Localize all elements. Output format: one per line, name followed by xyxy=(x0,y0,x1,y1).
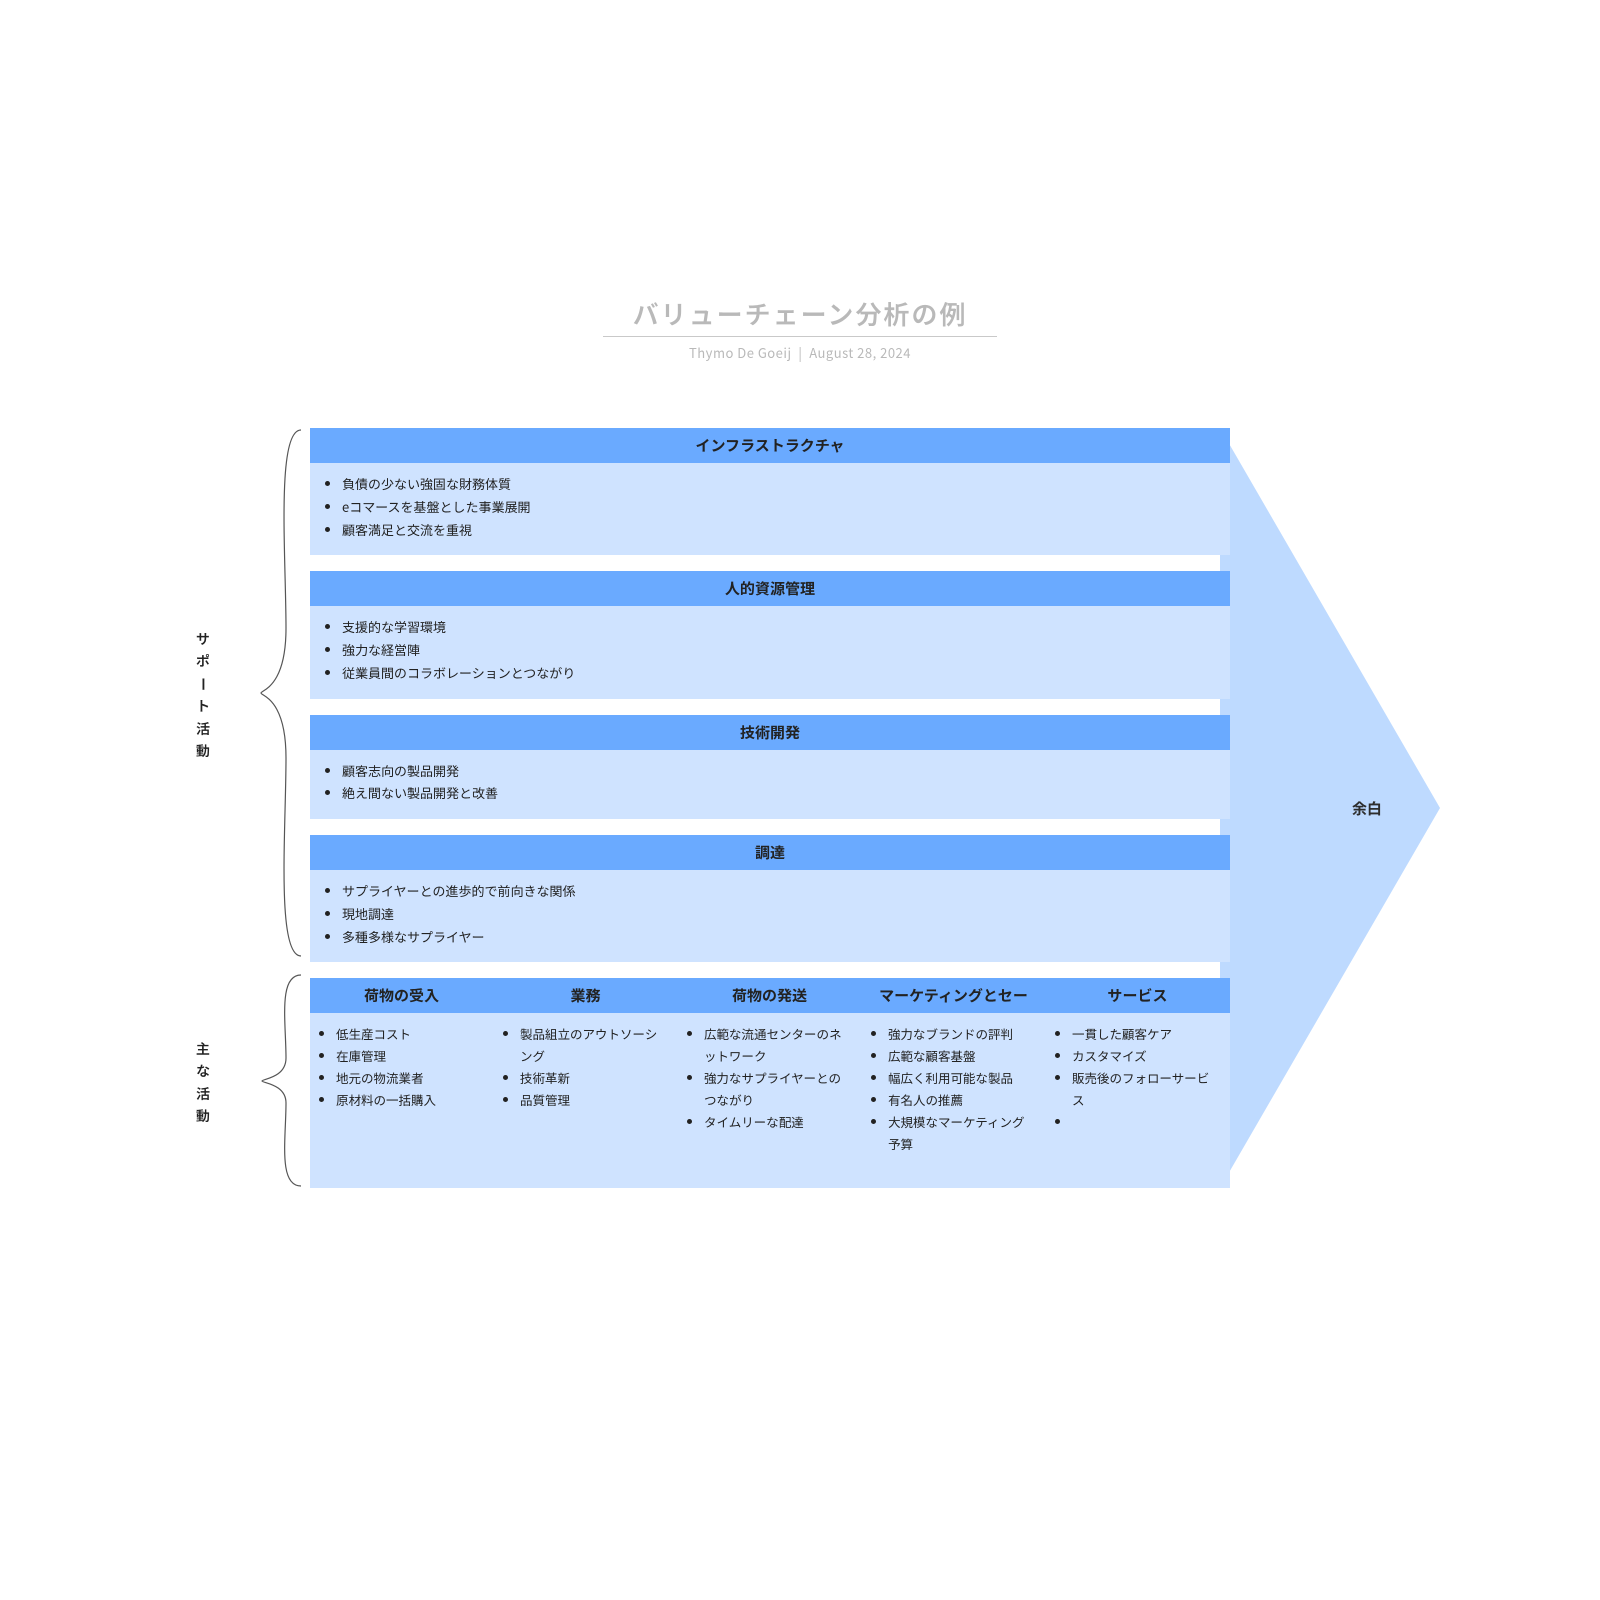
primary-activities: 荷物の受入 業務 荷物の発送 マーケティングとセー サービス 低生産コスト在庫管… xyxy=(310,978,1230,1188)
list-item: 大規模なマーケティング予算 xyxy=(888,1111,1036,1155)
primary-col-header: サービス xyxy=(1046,978,1230,1013)
list-item: 顧客満足と交流を重視 xyxy=(342,519,1216,542)
separator: | xyxy=(795,343,809,362)
support-header: 人的資源管理 xyxy=(310,571,1230,606)
primary-activities-label: 主な活動 xyxy=(194,1038,212,1128)
support-list: 負債の少ない強固な財務体質eコマースを基盤とした事業展開顧客満足と交流を重視 xyxy=(324,473,1216,541)
primary-list: 製品組立のアウトソーシング技術革新品質管理 xyxy=(504,1023,668,1111)
primary-list: 低生産コスト在庫管理地元の物流業者原材料の一括購入 xyxy=(320,1023,484,1111)
support-brace xyxy=(256,428,306,958)
support-header: インフラストラクチャ xyxy=(310,428,1230,463)
list-item: 現地調達 xyxy=(342,903,1216,926)
list-item: カスタマイズ xyxy=(1072,1045,1220,1067)
support-list: 支援的な学習環境強力な経営陣従業員間のコラボレーションとつながり xyxy=(324,616,1216,684)
list-item: 強力な経営陣 xyxy=(342,639,1216,662)
author-name: Thymo De Goeij xyxy=(689,343,792,362)
primary-list: 広範な流通センターのネットワーク強力なサプライヤーとのつながりタイムリーな配達 xyxy=(688,1023,852,1132)
list-item: 原材料の一括購入 xyxy=(336,1089,484,1111)
support-body: 支援的な学習環境強力な経営陣従業員間のコラボレーションとつながり xyxy=(310,606,1230,698)
value-chain-diagram: 余白 サポート活動 主な活動 インフラストラクチャ 負債の少ない強固な財務体質e… xyxy=(250,428,1430,1188)
primary-col: 広範な流通センターのネットワーク強力なサプライヤーとのつながりタイムリーな配達 xyxy=(678,1013,862,1188)
list-item: 支援的な学習環境 xyxy=(342,616,1216,639)
list-item: eコマースを基盤とした事業展開 xyxy=(342,496,1216,519)
list-item: 絶え間ない製品開発と改善 xyxy=(342,782,1216,805)
support-list: 顧客志向の製品開発絶え間ない製品開発と改善 xyxy=(324,760,1216,806)
list-item: 品質管理 xyxy=(520,1089,668,1111)
list-item: 在庫管理 xyxy=(336,1045,484,1067)
diagram-header: バリューチェーン分析の例 Thymo De Goeij | August 28,… xyxy=(0,295,1600,362)
primary-col-header: 業務 xyxy=(494,978,678,1013)
support-activities-label: サポート活動 xyxy=(194,628,212,762)
list-item xyxy=(1072,1111,1220,1133)
support-list: サプライヤーとの進歩的で前向きな関係現地調達多種多様なサプライヤー xyxy=(324,880,1216,948)
list-item: 低生産コスト xyxy=(336,1023,484,1045)
primary-col: 強力なブランドの評判広範な顧客基盤幅広く利用可能な製品有名人の推薦大規模なマーケ… xyxy=(862,1013,1046,1188)
list-item: 強力なサプライヤーとのつながり xyxy=(704,1067,852,1111)
margin-label: 余白 xyxy=(1352,798,1382,819)
support-row-hr: 人的資源管理 支援的な学習環境強力な経営陣従業員間のコラボレーションとつながり xyxy=(310,571,1230,698)
list-item: 強力なブランドの評判 xyxy=(888,1023,1036,1045)
primary-col: 製品組立のアウトソーシング技術革新品質管理 xyxy=(494,1013,678,1188)
support-header: 調達 xyxy=(310,835,1230,870)
diagram-subtitle: Thymo De Goeij | August 28, 2024 xyxy=(0,343,1600,362)
diagram-date: August 28, 2024 xyxy=(809,343,911,362)
list-item: 負債の少ない強固な財務体質 xyxy=(342,473,1216,496)
list-item: サプライヤーとの進歩的で前向きな関係 xyxy=(342,880,1216,903)
list-item: 地元の物流業者 xyxy=(336,1067,484,1089)
list-item: 広範な流通センターのネットワーク xyxy=(704,1023,852,1067)
value-chain-content: インフラストラクチャ 負債の少ない強固な財務体質eコマースを基盤とした事業展開顧… xyxy=(310,428,1230,1188)
support-body: 顧客志向の製品開発絶え間ない製品開発と改善 xyxy=(310,750,1230,820)
list-item: 従業員間のコラボレーションとつながり xyxy=(342,662,1216,685)
list-item: 幅広く利用可能な製品 xyxy=(888,1067,1036,1089)
primary-list: 一貫した顧客ケアカスタマイズ販売後のフォローサービス xyxy=(1056,1023,1220,1132)
list-item: 製品組立のアウトソーシング xyxy=(520,1023,668,1067)
support-header: 技術開発 xyxy=(310,715,1230,750)
support-body: サプライヤーとの進歩的で前向きな関係現地調達多種多様なサプライヤー xyxy=(310,870,1230,962)
support-row-procurement: 調達 サプライヤーとの進歩的で前向きな関係現地調達多種多様なサプライヤー xyxy=(310,835,1230,962)
list-item: 有名人の推薦 xyxy=(888,1089,1036,1111)
list-item: 多種多様なサプライヤー xyxy=(342,926,1216,949)
primary-col-header: 荷物の受入 xyxy=(310,978,494,1013)
list-item: 販売後のフォローサービス xyxy=(1072,1067,1220,1111)
primary-col-header: 荷物の発送 xyxy=(678,978,862,1013)
primary-body: 低生産コスト在庫管理地元の物流業者原材料の一括購入 製品組立のアウトソーシング技… xyxy=(310,1013,1230,1188)
list-item: タイムリーな配達 xyxy=(704,1111,852,1133)
primary-col: 低生産コスト在庫管理地元の物流業者原材料の一括購入 xyxy=(310,1013,494,1188)
primary-headers: 荷物の受入 業務 荷物の発送 マーケティングとセー サービス xyxy=(310,978,1230,1013)
primary-col-header: マーケティングとセー xyxy=(862,978,1046,1013)
support-row-infrastructure: インフラストラクチャ 負債の少ない強固な財務体質eコマースを基盤とした事業展開顧… xyxy=(310,428,1230,555)
support-body: 負債の少ない強固な財務体質eコマースを基盤とした事業展開顧客満足と交流を重視 xyxy=(310,463,1230,555)
primary-col: 一貫した顧客ケアカスタマイズ販売後のフォローサービス xyxy=(1046,1013,1230,1188)
list-item: 一貫した顧客ケア xyxy=(1072,1023,1220,1045)
support-row-tech: 技術開発 顧客志向の製品開発絶え間ない製品開発と改善 xyxy=(310,715,1230,820)
diagram-title: バリューチェーン分析の例 xyxy=(603,295,998,337)
primary-brace xyxy=(256,973,306,1188)
list-item: 広範な顧客基盤 xyxy=(888,1045,1036,1067)
arrow-head xyxy=(1220,428,1440,1188)
primary-list: 強力なブランドの評判広範な顧客基盤幅広く利用可能な製品有名人の推薦大規模なマーケ… xyxy=(872,1023,1036,1154)
list-item: 顧客志向の製品開発 xyxy=(342,760,1216,783)
list-item: 技術革新 xyxy=(520,1067,668,1089)
